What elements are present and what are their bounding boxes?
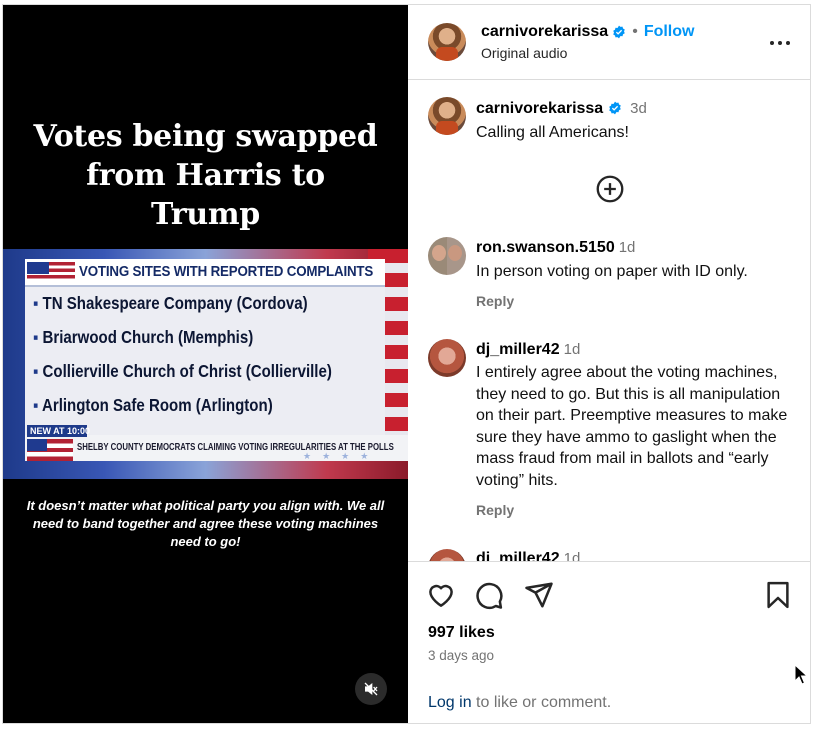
news-list-item: TN Shakespeare Company (Cordova) [33, 293, 332, 327]
news-titlebar: VOTING SITES WITH REPORTED COMPLAINTS [25, 259, 385, 287]
headline-line: from Harris to [86, 158, 325, 193]
mouse-cursor-icon [794, 664, 808, 685]
post-modal: Votes being swapped from Harris to Trump… [2, 4, 811, 724]
post-actions: 997 likes 3 days ago Log in to like or c… [408, 561, 810, 723]
reel-video[interactable]: Votes being swapped from Harris to Trump… [3, 5, 408, 723]
login-link[interactable]: Log in [428, 694, 472, 711]
news-list-item: Arlington Safe Room (Arlington) [33, 395, 332, 429]
comment-author: dj_miller42 1d [476, 550, 580, 561]
login-prompt: Log in to like or comment. [428, 694, 611, 712]
news-list-item: Collierville Church of Christ (Colliervi… [33, 361, 332, 395]
comment-time[interactable]: 1d [564, 550, 581, 561]
news-badge: NEW AT 10:00 [27, 425, 90, 437]
more-options-icon[interactable] [768, 31, 792, 55]
us-flag-icon [27, 262, 75, 284]
news-list-item: Briarwood Church (Memphis) [33, 327, 332, 361]
verified-badge-icon [613, 25, 625, 39]
share-icon[interactable] [524, 580, 554, 610]
bookmark-icon[interactable] [763, 580, 793, 610]
headline-line: Votes being swapped [33, 119, 378, 154]
news-list: TN Shakespeare Company (Cordova) Briarwo… [33, 293, 381, 429]
comment-text: I entirely agree about the voting machin… [476, 364, 788, 489]
video-headline: Votes being swapped from Harris to Trump [3, 117, 408, 234]
follow-button[interactable]: Follow [644, 23, 695, 41]
avatar[interactable] [428, 23, 466, 61]
heart-icon[interactable] [426, 580, 456, 610]
likes-count[interactable]: 997 likes [428, 624, 495, 642]
mute-button[interactable] [355, 673, 387, 705]
separator-dot: • [632, 23, 638, 40]
comment-text: In person voting on paper with ID only. [476, 263, 748, 280]
comment-time[interactable]: 1d [619, 239, 636, 256]
post-author-username[interactable]: carnivorekarissa [481, 23, 608, 41]
verified-badge-icon [608, 101, 621, 115]
comment-username[interactable]: dj_miller42 [476, 341, 560, 358]
muted-speaker-icon [364, 682, 378, 696]
comment-author: dj_miller42 1d [476, 341, 580, 359]
avatar[interactable] [428, 237, 466, 275]
star-decoration: ★★★★ [303, 451, 380, 461]
comment-username[interactable]: dj_miller42 [476, 550, 560, 561]
post-timestamp[interactable]: 3 days ago [428, 648, 494, 663]
post-header: carnivorekarissa • Follow Original audio [408, 5, 810, 80]
headline-line: Trump [151, 197, 260, 232]
caption-time[interactable]: 3d [630, 100, 647, 117]
avatar[interactable] [428, 339, 466, 377]
caption-username[interactable]: carnivorekarissa [476, 100, 603, 117]
video-caption: It doesn’t matter what political party y… [26, 498, 385, 549]
avatar[interactable] [428, 549, 466, 561]
add-circle-icon[interactable] [596, 175, 624, 203]
us-flag-icon [27, 439, 73, 461]
news-graphic: VOTING SITES WITH REPORTED COMPLAINTS TN… [3, 249, 408, 479]
caption-author: carnivorekarissa 3d [476, 100, 647, 118]
post-author-row: carnivorekarissa • Follow [481, 23, 694, 41]
caption-text: Calling all Americans! [476, 124, 629, 141]
audio-link[interactable]: Original audio [481, 45, 567, 61]
post-side-panel: carnivorekarissa • Follow Original audio… [408, 5, 810, 723]
reply-button[interactable]: Reply [476, 502, 514, 518]
reply-button[interactable]: Reply [476, 293, 514, 309]
comment-time[interactable]: 1d [564, 341, 581, 358]
comments-list[interactable]: carnivorekarissa 3d Calling all American… [408, 81, 810, 561]
comment-username[interactable]: ron.swanson.5150 [476, 239, 615, 256]
login-prompt-text: to like or comment. [471, 694, 612, 711]
comment-author: ron.swanson.5150 1d [476, 239, 635, 257]
comment-icon[interactable] [474, 580, 504, 610]
news-title: VOTING SITES WITH REPORTED COMPLAINTS [79, 264, 374, 280]
avatar[interactable] [428, 97, 466, 135]
